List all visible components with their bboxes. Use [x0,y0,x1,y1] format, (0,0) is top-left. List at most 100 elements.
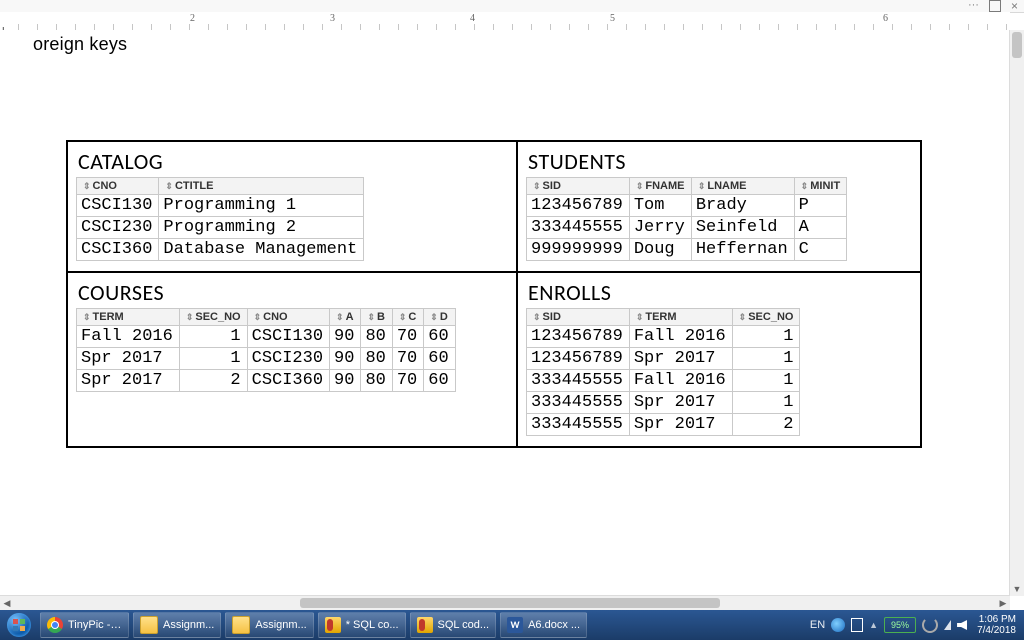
table-row[interactable]: 123456789TomBradyP [527,195,847,217]
taskbar-item-label: * SQL co... [346,619,399,631]
sort-icon[interactable]: ⇕ [186,312,194,322]
table-cell: 333445555 [527,414,630,436]
table-row[interactable]: 333445555Spr 20171 [527,392,800,414]
column-header[interactable]: ⇕SID [527,178,630,195]
table-row[interactable]: 333445555Fall 20161 [527,370,800,392]
sort-icon[interactable]: ⇕ [533,181,541,191]
table-cell: 1 [732,348,800,370]
table-row[interactable]: 999999999DougHeffernanC [527,239,847,261]
table-row[interactable]: 123456789Fall 20161 [527,326,800,348]
column-header[interactable]: ⇕B [361,309,392,326]
enrolls-table: ⇕SID⇕TERM⇕SEC_NO123456789Fall 2016112345… [526,308,800,436]
table-row[interactable]: Spr 20172CSCI36090807060 [77,370,456,392]
network-icon[interactable] [944,620,951,630]
sort-icon[interactable]: ⇕ [801,181,809,191]
vertical-scrollbar[interactable]: ▲ ▼ [1009,30,1024,596]
sort-icon[interactable]: ⇕ [254,312,262,322]
column-header[interactable]: ⇕SEC_NO [732,309,800,326]
page-orientation-icon[interactable] [851,618,863,632]
table-row[interactable]: Spr 20171CSCI23090807060 [77,348,456,370]
column-header[interactable]: ⇕D [424,309,455,326]
sort-icon[interactable]: ⇕ [367,312,375,322]
table-row[interactable]: Fall 20161CSCI13090807060 [77,326,456,348]
app-window: ··· × L 23456 oreign keys CATALOG ⇕CNO⇕C… [0,0,1024,640]
sort-icon[interactable]: ⇕ [83,312,91,322]
column-header[interactable]: ⇕TERM [629,309,732,326]
scroll-down-arrow-icon[interactable]: ▼ [1010,582,1024,596]
taskbar-item[interactable]: * SQL co... [318,612,406,638]
table-cell: Fall 2016 [629,326,732,348]
column-header[interactable]: ⇕FNAME [629,178,691,195]
horizontal-scroll-thumb[interactable] [300,598,720,608]
column-header[interactable]: ⇕CNO [247,309,329,326]
table-cell: Spr 2017 [77,370,180,392]
enrolls-cell: ENROLLS ⇕SID⇕TERM⇕SEC_NO123456789Fall 20… [517,272,921,447]
column-header[interactable]: ⇕CTITLE [159,178,364,195]
ease-of-access-icon[interactable] [831,618,845,632]
input-language[interactable]: EN [810,619,825,631]
table-cell: 70 [392,326,423,348]
table-cell: 90 [330,326,361,348]
table-cell: Spr 2017 [629,348,732,370]
sort-icon[interactable]: ⇕ [83,181,91,191]
table-row[interactable]: CSCI230Programming 2 [77,217,364,239]
vertical-scroll-thumb[interactable] [1012,32,1022,58]
sort-icon[interactable]: ⇕ [698,181,706,191]
ruler-major-mark: 3 [330,13,335,24]
column-header[interactable]: ⇕A [330,309,361,326]
sort-icon[interactable]: ⇕ [636,312,644,322]
power-icon[interactable] [922,617,938,633]
table-cell: Programming 2 [159,217,364,239]
taskbar-item[interactable]: SQL cod... [410,612,497,638]
scroll-right-arrow-icon[interactable]: ▶ [996,596,1010,610]
table-cell: 2 [732,414,800,436]
table-cell: 70 [392,370,423,392]
clock-date: 7/4/2018 [977,625,1016,636]
table-row[interactable]: CSCI130Programming 1 [77,195,364,217]
column-header[interactable]: ⇕MINIT [794,178,847,195]
table-cell: Spr 2017 [629,392,732,414]
column-header[interactable]: ⇕TERM [77,309,180,326]
table-cell: CSCI130 [77,195,159,217]
battery-status[interactable]: 95% [884,617,916,633]
table-cell: 999999999 [527,239,630,261]
clock[interactable]: 1:06 PM 7/4/2018 [973,614,1020,636]
horizontal-scrollbar[interactable]: ◀ ▶ [0,595,1010,610]
column-header[interactable]: ⇕SEC_NO [179,309,247,326]
sort-icon[interactable]: ⇕ [533,312,541,322]
partial-heading-text: oreign keys [33,34,127,55]
vertical-ruler[interactable] [0,30,19,610]
column-header[interactable]: ⇕C [392,309,423,326]
table-cell: Tom [629,195,691,217]
taskbar-item[interactable]: TinyPic - ... [40,612,129,638]
column-header[interactable]: ⇕SID [527,309,630,326]
taskbar-item[interactable]: Assignm... [133,612,221,638]
document-viewport: oreign keys CATALOG ⇕CNO⇕CTITLECSCI130Pr… [18,30,1010,610]
taskbar: TinyPic - ...Assignm...Assignm...* SQL c… [0,610,1024,640]
column-header[interactable]: ⇕CNO [77,178,159,195]
horizontal-ruler[interactable]: L 23456 [0,12,1010,31]
table-cell: 123456789 [527,348,630,370]
volume-icon[interactable] [957,620,967,630]
sort-icon[interactable]: ⇕ [165,181,173,191]
sort-icon[interactable]: ⇕ [739,312,747,322]
scroll-left-arrow-icon[interactable]: ◀ [0,596,14,610]
sort-icon[interactable]: ⇕ [636,181,644,191]
courses-title: COURSES [78,279,508,306]
table-cell: A [794,217,847,239]
table-row[interactable]: 333445555Spr 20172 [527,414,800,436]
table-cell: 1 [732,392,800,414]
sort-icon[interactable]: ⇕ [430,312,438,322]
sort-icon[interactable]: ⇕ [336,312,344,322]
table-row[interactable]: CSCI360Database Management [77,239,364,261]
close-window-icon[interactable]: × [1011,0,1018,15]
table-row[interactable]: 123456789Spr 20171 [527,348,800,370]
table-cell: CSCI360 [77,239,159,261]
taskbar-item[interactable]: WA6.docx ... [500,612,587,638]
taskbar-item[interactable]: Assignm... [225,612,313,638]
show-hidden-icons-icon[interactable]: ▲ [869,620,878,630]
sort-icon[interactable]: ⇕ [399,312,407,322]
table-row[interactable]: 333445555JerrySeinfeldA [527,217,847,239]
start-button[interactable] [0,610,38,640]
column-header[interactable]: ⇕LNAME [691,178,794,195]
